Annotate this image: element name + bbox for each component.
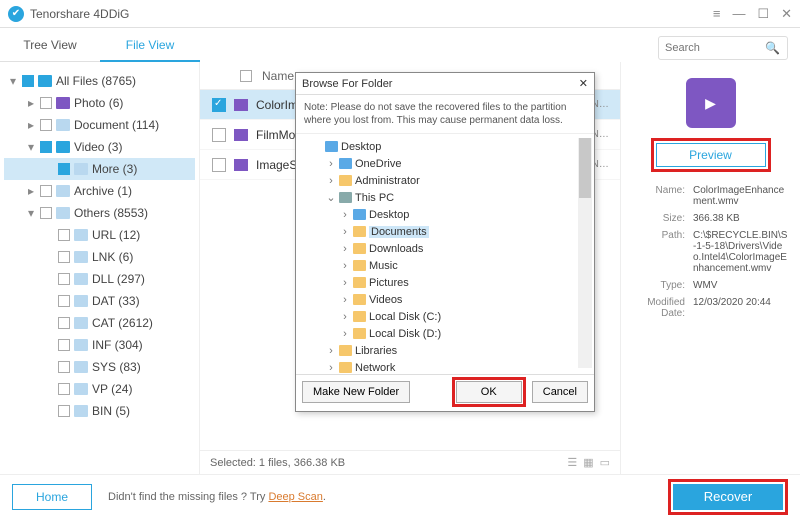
file-checkbox[interactable] xyxy=(212,128,226,142)
node-videos[interactable]: ›Videos xyxy=(298,291,592,308)
tree-inf[interactable]: INF (304) xyxy=(4,334,195,356)
browse-folder-dialog: Browse For Folder ✕ Note: Please do not s… xyxy=(295,72,595,412)
value-path: C:\$RECYCLE.BIN\S-1-5-18\Drivers\Video.I… xyxy=(693,227,790,277)
tree-lnk[interactable]: LNK (6) xyxy=(4,246,195,268)
node-desktop[interactable]: Desktop xyxy=(298,138,592,155)
make-new-folder-button[interactable]: Make New Folder xyxy=(302,381,410,403)
deep-scan-link[interactable]: Deep Scan xyxy=(268,491,322,503)
label-name: Name: xyxy=(631,182,693,210)
value-name: ColorImageEnhancement.wmv xyxy=(693,182,790,210)
tree-sys[interactable]: SYS (83) xyxy=(4,356,195,378)
recover-button[interactable]: Recover xyxy=(673,484,783,510)
node-pictures[interactable]: ›Pictures xyxy=(298,274,592,291)
dialog-title: Browse For Folder xyxy=(302,78,392,90)
dialog-note: Note: Please do not save the recovered f… xyxy=(296,95,594,134)
file-icon xyxy=(234,129,248,141)
status-bar: Selected: 1 files, 366.38 KB ☰ ▦ ▭ xyxy=(200,450,620,474)
tree-video[interactable]: ▾Video (3) xyxy=(4,136,195,158)
search-input[interactable] xyxy=(665,42,765,54)
search-icon[interactable]: 🔍 xyxy=(765,41,780,55)
view-list-icon[interactable]: ☰ xyxy=(567,456,577,469)
view-detail-icon[interactable]: ▭ xyxy=(600,456,610,469)
node-libraries[interactable]: ›Libraries xyxy=(298,342,592,359)
file-checkbox[interactable] xyxy=(212,98,226,112)
tree-others[interactable]: ▾Others (8553) xyxy=(4,202,195,224)
highlight-recover: Recover xyxy=(668,479,788,515)
home-button[interactable]: Home xyxy=(12,484,92,510)
tree-all-files[interactable]: ▾All Files (8765) xyxy=(4,70,195,92)
file-checkbox[interactable] xyxy=(212,158,226,172)
video-thumbnail-icon xyxy=(686,78,736,128)
label-path: Path: xyxy=(631,227,693,277)
pc-icon xyxy=(339,192,352,203)
node-music[interactable]: ›Music xyxy=(298,257,592,274)
cancel-button[interactable]: Cancel xyxy=(532,381,588,403)
menu-icon[interactable]: ≡ xyxy=(713,6,721,22)
minimize-icon[interactable]: ― xyxy=(732,6,745,22)
close-icon[interactable]: ✕ xyxy=(781,6,792,22)
tree-document[interactable]: ▸Document (114) xyxy=(4,114,195,136)
file-icon xyxy=(234,99,248,111)
node-this-pc[interactable]: ⌄This PC xyxy=(298,189,592,206)
node-diskd[interactable]: ›Local Disk (D:) xyxy=(298,325,592,342)
footer-hint: Didn't find the missing files ? Try Deep… xyxy=(108,491,326,503)
dialog-scrollbar[interactable] xyxy=(578,138,592,368)
tree-url[interactable]: URL (12) xyxy=(4,224,195,246)
ok-button[interactable]: OK xyxy=(456,381,522,403)
node-diskc[interactable]: ›Local Disk (C:) xyxy=(298,308,592,325)
tree-dll[interactable]: DLL (297) xyxy=(4,268,195,290)
tree-bin[interactable]: BIN (5) xyxy=(4,400,195,422)
value-size: 366.38 KB xyxy=(693,210,790,227)
selection-status: Selected: 1 files, 366.38 KB xyxy=(210,457,345,469)
node-administrator[interactable]: ›Administrator xyxy=(298,172,592,189)
value-date: 12/03/2020 20:44 xyxy=(693,294,790,322)
footer: Home Didn't find the missing files ? Try… xyxy=(0,474,800,518)
node-downloads[interactable]: ›Downloads xyxy=(298,240,592,257)
sidebar-tree: ▾All Files (8765) ▸Photo (6) ▸Document (… xyxy=(0,62,200,474)
node-desktop2[interactable]: ›Desktop xyxy=(298,206,592,223)
titlebar: ✔ Tenorshare 4DDiG ≡ ― ☐ ✕ xyxy=(0,0,800,28)
label-type: Type: xyxy=(631,277,693,294)
highlight-preview: Preview xyxy=(651,138,771,172)
node-network[interactable]: ›Network xyxy=(298,359,592,374)
maximize-icon[interactable]: ☐ xyxy=(757,6,769,22)
value-type: WMV xyxy=(693,277,790,294)
tree-archive[interactable]: ▸Archive (1) xyxy=(4,180,195,202)
tree-vp[interactable]: VP (24) xyxy=(4,378,195,400)
preview-panel: Preview Name:ColorImageEnhancement.wmv S… xyxy=(620,62,800,474)
search-box[interactable]: 🔍 xyxy=(658,36,788,60)
label-size: Size: xyxy=(631,210,693,227)
node-onedrive[interactable]: ›OneDrive xyxy=(298,155,592,172)
view-grid-icon[interactable]: ▦ xyxy=(583,456,593,469)
select-all-checkbox[interactable] xyxy=(240,70,252,82)
app-title: Tenorshare 4DDiG xyxy=(30,7,129,21)
node-documents[interactable]: ›Documents xyxy=(298,223,592,240)
preview-button[interactable]: Preview xyxy=(656,143,766,167)
label-date: Modified Date: xyxy=(631,294,693,322)
video-icon xyxy=(56,141,70,153)
tree-cat[interactable]: CAT (2612) xyxy=(4,312,195,334)
tab-tree-view[interactable]: Tree View xyxy=(0,28,100,62)
dialog-close-icon[interactable]: ✕ xyxy=(579,77,588,90)
tree-photo[interactable]: ▸Photo (6) xyxy=(4,92,195,114)
tree-video-more[interactable]: More (3) xyxy=(4,158,195,180)
file-icon xyxy=(234,159,248,171)
tree-dat[interactable]: DAT (33) xyxy=(4,290,195,312)
col-name: Name xyxy=(262,69,294,83)
highlight-ok: OK xyxy=(452,377,526,407)
tab-file-view[interactable]: File View xyxy=(100,28,200,62)
app-logo-icon: ✔ xyxy=(8,6,24,22)
folder-tree: Desktop ›OneDrive ›Administrator ⌄This P… xyxy=(296,134,594,374)
